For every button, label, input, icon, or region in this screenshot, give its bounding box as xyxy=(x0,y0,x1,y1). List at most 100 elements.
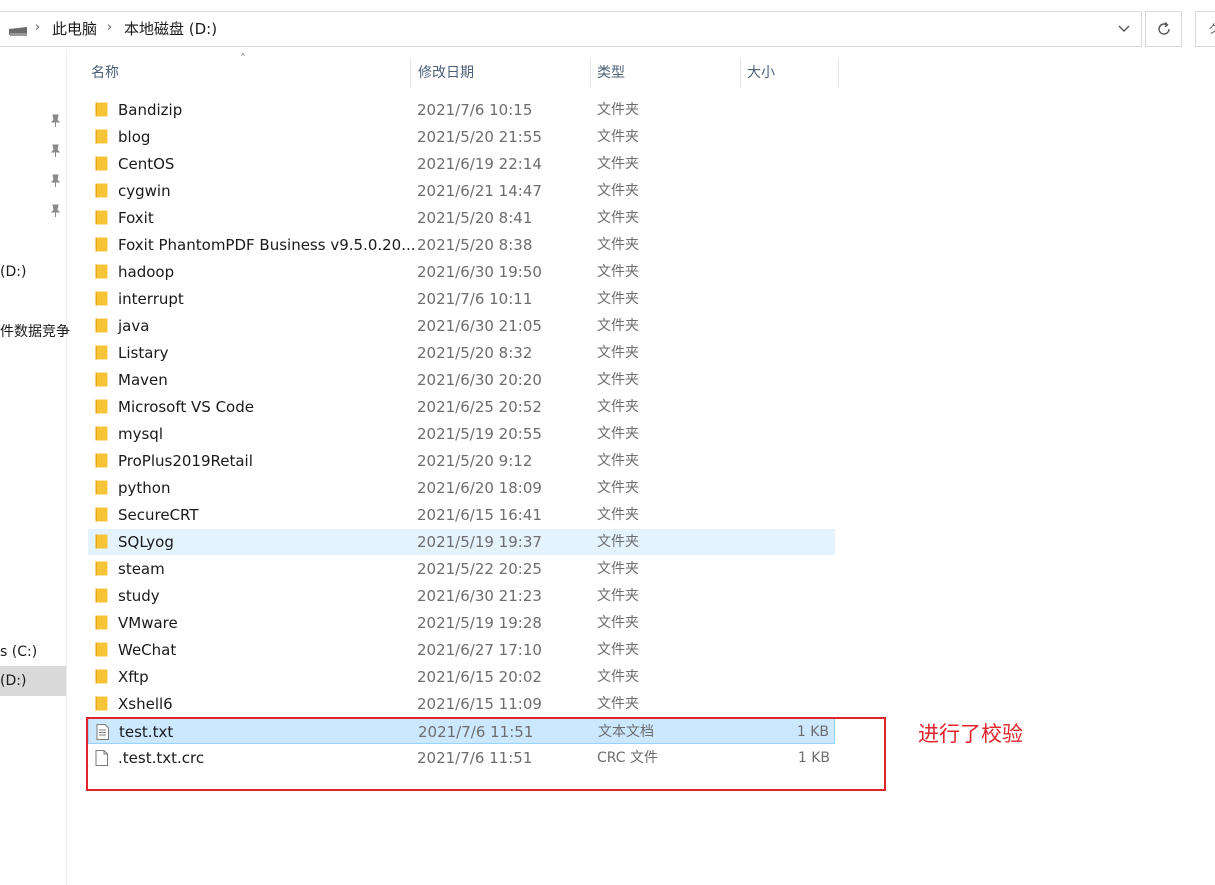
column-header-type[interactable]: 类型 xyxy=(597,60,625,86)
nav-item-c-drive[interactable]: s (C:) xyxy=(0,642,37,662)
folder-icon xyxy=(95,561,108,576)
file-type: 文件夹 xyxy=(597,210,639,226)
file-modified-date: 2021/5/20 8:38 xyxy=(417,236,533,254)
column-header-size[interactable]: 大小 xyxy=(747,60,775,86)
file-modified-date: 2021/6/30 19:50 xyxy=(417,263,542,281)
file-modified-date: 2021/5/20 21:55 xyxy=(417,128,542,146)
address-history-button[interactable] xyxy=(1107,12,1141,46)
file-type: 文件夹 xyxy=(597,426,639,442)
file-name: interrupt xyxy=(118,290,184,308)
breadcrumb-local-disk-d[interactable]: 本地磁盘 (D:) xyxy=(124,18,217,40)
file-modified-date: 2021/6/15 11:09 xyxy=(417,695,542,713)
file-row[interactable]: WeChat 2021/6/27 17:10 文件夹 xyxy=(88,637,835,663)
pin-icon[interactable] xyxy=(49,144,61,158)
file-row[interactable]: Listary 2021/5/20 8:32 文件夹 xyxy=(88,340,835,366)
file-modified-date: 2021/6/30 21:23 xyxy=(417,587,542,605)
file-type: 文件夹 xyxy=(597,399,639,415)
breadcrumb-this-pc[interactable]: 此电脑 xyxy=(52,18,97,40)
file-row[interactable]: interrupt 2021/7/6 10:11 文件夹 xyxy=(88,286,835,312)
file-row[interactable]: hadoop 2021/6/30 19:50 文件夹 xyxy=(88,259,835,285)
folder-icon xyxy=(95,696,108,711)
file-type: 文件夹 xyxy=(597,183,639,199)
folder-icon xyxy=(95,102,108,117)
file-row[interactable]: Maven 2021/6/30 20:20 文件夹 xyxy=(88,367,835,393)
file-type: 文件夹 xyxy=(597,534,639,550)
folder-icon xyxy=(95,615,108,630)
file-type: 文件夹 xyxy=(597,318,639,334)
file-row[interactable]: Foxit PhantomPDF Business v9.5.0.20... 20… xyxy=(88,232,835,258)
file-name: SecureCRT xyxy=(118,506,199,524)
file-modified-date: 2021/6/30 20:20 xyxy=(417,371,542,389)
file-type: 文件夹 xyxy=(597,372,639,388)
column-divider[interactable] xyxy=(410,58,411,88)
nav-item-selected[interactable]: (D:) xyxy=(0,666,66,696)
pin-icon[interactable] xyxy=(49,174,61,188)
folder-icon xyxy=(95,264,108,279)
file-type: 文件夹 xyxy=(597,561,639,577)
file-row[interactable]: SQLyog 2021/5/19 19:37 文件夹 xyxy=(88,529,835,555)
column-divider[interactable] xyxy=(740,58,741,88)
nav-item-d-drive-selected[interactable]: (D:) xyxy=(0,671,26,691)
file-modified-date: 2021/5/19 19:37 xyxy=(417,533,542,551)
file-modified-date: 2021/5/22 20:25 xyxy=(417,560,542,578)
file-modified-date: 2021/6/15 16:41 xyxy=(417,506,542,524)
file-modified-date: 2021/6/27 17:10 xyxy=(417,641,542,659)
file-name: ProPlus2019Retail xyxy=(118,452,253,470)
file-modified-date: 2021/6/21 14:47 xyxy=(417,182,542,200)
file-row[interactable]: SecureCRT 2021/6/15 16:41 文件夹 xyxy=(88,502,835,528)
file-type: 文件夹 xyxy=(597,480,639,496)
file-name: Foxit PhantomPDF Business v9.5.0.20... xyxy=(118,236,416,254)
file-row[interactable]: Xshell6 2021/6/15 11:09 文件夹 xyxy=(88,691,835,717)
file-modified-date: 2021/7/6 10:15 xyxy=(417,101,533,119)
search-input[interactable]: ク xyxy=(1195,11,1215,47)
file-row[interactable]: Bandizip 2021/7/6 10:15 文件夹 xyxy=(88,97,835,123)
file-modified-date: 2021/6/20 18:09 xyxy=(417,479,542,497)
chevron-right-icon[interactable]: › xyxy=(35,20,45,36)
refresh-icon xyxy=(1157,21,1170,35)
file-modified-date: 2021/5/19 20:55 xyxy=(417,425,542,443)
file-row[interactable]: Foxit 2021/5/20 8:41 文件夹 xyxy=(88,205,835,231)
file-modified-date: 2021/6/19 22:14 xyxy=(417,155,542,173)
file-row[interactable]: python 2021/6/20 18:09 文件夹 xyxy=(88,475,835,501)
file-type: 文件夹 xyxy=(597,237,639,253)
file-row[interactable]: mysql 2021/5/19 20:55 文件夹 xyxy=(88,421,835,447)
file-name: Listary xyxy=(118,344,169,362)
folder-icon xyxy=(95,345,108,360)
file-name: Xftp xyxy=(118,668,149,686)
folder-icon xyxy=(95,588,108,603)
file-row[interactable]: java 2021/6/30 21:05 文件夹 xyxy=(88,313,835,339)
file-row[interactable]: Microsoft VS Code 2021/6/25 20:52 文件夹 xyxy=(88,394,835,420)
file-row[interactable]: study 2021/6/30 21:23 文件夹 xyxy=(88,583,835,609)
file-row[interactable]: ProPlus2019Retail 2021/5/20 9:12 文件夹 xyxy=(88,448,835,474)
column-divider[interactable] xyxy=(590,58,591,88)
file-name: hadoop xyxy=(118,263,175,281)
nav-item-d-drive[interactable]: (D:) xyxy=(0,262,26,282)
file-modified-date: 2021/5/19 19:28 xyxy=(417,614,542,632)
column-divider[interactable] xyxy=(838,58,839,88)
pin-icon[interactable] xyxy=(49,114,61,128)
nav-item-folder[interactable]: 件数据竞争 xyxy=(0,322,70,342)
file-row[interactable]: cygwin 2021/6/21 14:47 文件夹 xyxy=(88,178,835,204)
file-name: cygwin xyxy=(118,182,171,200)
column-header-name[interactable]: 名称 xyxy=(91,60,119,86)
file-row[interactable]: Xftp 2021/6/15 20:02 文件夹 xyxy=(88,664,835,690)
refresh-button[interactable] xyxy=(1145,11,1182,47)
file-name: mysql xyxy=(118,425,163,443)
folder-icon xyxy=(95,210,108,225)
file-row[interactable]: CentOS 2021/6/19 22:14 文件夹 xyxy=(88,151,835,177)
file-type: 文件夹 xyxy=(597,507,639,523)
file-row[interactable]: steam 2021/5/22 20:25 文件夹 xyxy=(88,556,835,582)
folder-icon xyxy=(95,642,108,657)
folder-icon xyxy=(95,291,108,306)
folder-icon xyxy=(95,318,108,333)
file-row[interactable]: VMware 2021/5/19 19:28 文件夹 xyxy=(88,610,835,636)
file-name: Maven xyxy=(118,371,168,389)
file-row[interactable]: blog 2021/5/20 21:55 文件夹 xyxy=(88,124,835,150)
column-header-date[interactable]: 修改日期 xyxy=(418,60,474,86)
address-bar[interactable]: › 此电脑 › 本地磁盘 (D:) xyxy=(0,11,1142,47)
file-type: 文件夹 xyxy=(597,129,639,145)
pin-icon[interactable] xyxy=(49,204,61,218)
chevron-right-icon[interactable]: › xyxy=(107,20,117,36)
file-type: 文件夹 xyxy=(597,156,639,172)
file-type: 文件夹 xyxy=(597,102,639,118)
